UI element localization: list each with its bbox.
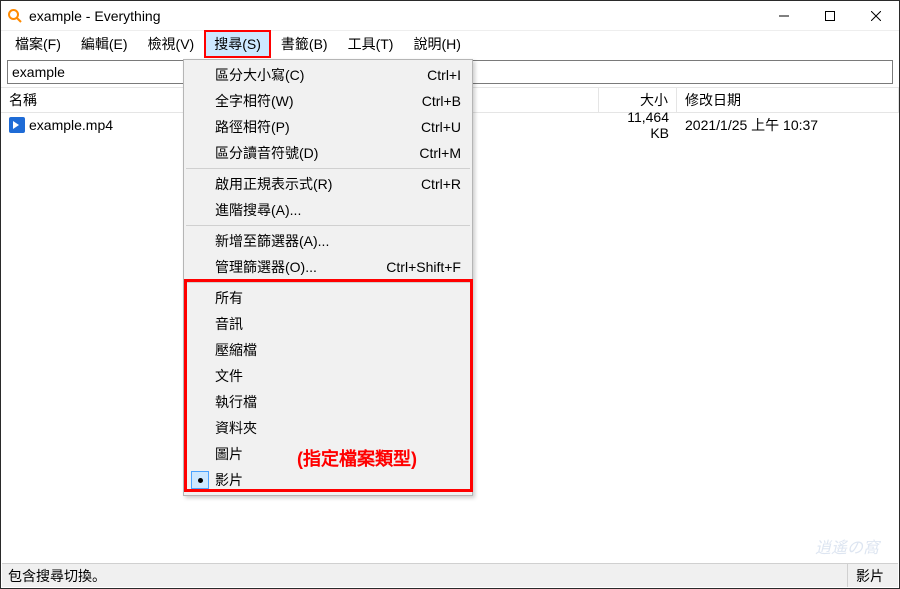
- menu-regex[interactable]: 啟用正規表示式(R) Ctrl+R: [185, 171, 471, 197]
- file-name: example.mp4: [29, 117, 113, 133]
- title-bar: example - Everything: [1, 1, 899, 31]
- menu-help[interactable]: 說明(H): [403, 30, 470, 58]
- menu-add-filter[interactable]: 新增至篩選器(A)...: [185, 228, 471, 254]
- menu-separator: [186, 282, 470, 283]
- menu-separator: [186, 168, 470, 169]
- watermark: 逍遙の窩: [815, 534, 879, 558]
- filter-folder[interactable]: 資料夾: [185, 415, 471, 441]
- filter-executable[interactable]: 執行檔: [185, 389, 471, 415]
- filter-picture[interactable]: 圖片: [185, 441, 471, 467]
- maximize-button[interactable]: [807, 1, 853, 31]
- window-title: example - Everything: [29, 8, 161, 24]
- menu-file[interactable]: 檔案(F): [5, 30, 71, 58]
- menu-tools[interactable]: 工具(T): [338, 30, 404, 58]
- filter-video[interactable]: 影片: [185, 467, 471, 493]
- search-menu-dropdown: 區分大小寫(C) Ctrl+I 全字相符(W) Ctrl+B 路徑相符(P) C…: [183, 59, 473, 496]
- menu-match-case[interactable]: 區分大小寫(C) Ctrl+I: [185, 62, 471, 88]
- menu-match-diacritics[interactable]: 區分讀音符號(D) Ctrl+M: [185, 140, 471, 166]
- filter-document[interactable]: 文件: [185, 363, 471, 389]
- menu-search[interactable]: 搜尋(S): [204, 30, 271, 58]
- menu-advanced-search[interactable]: 進階搜尋(A)...: [185, 197, 471, 223]
- filter-audio[interactable]: 音訊: [185, 311, 471, 337]
- menu-separator: [186, 225, 470, 226]
- radio-checked-icon: [191, 471, 209, 489]
- status-bar: 包含搜尋切換。 影片: [2, 563, 898, 587]
- menu-manage-filters[interactable]: 管理篩選器(O)... Ctrl+Shift+F: [185, 254, 471, 280]
- file-size: 11,464 KB: [599, 109, 677, 141]
- menu-bar: 檔案(F) 編輯(E) 檢視(V) 搜尋(S) 書籤(B) 工具(T) 說明(H…: [1, 31, 899, 57]
- video-file-icon: [9, 117, 25, 133]
- menu-view[interactable]: 檢視(V): [138, 30, 205, 58]
- menu-match-path[interactable]: 路徑相符(P) Ctrl+U: [185, 114, 471, 140]
- minimize-button[interactable]: [761, 1, 807, 31]
- file-date: 2021/1/25 上午 10:37: [677, 115, 899, 135]
- column-date[interactable]: 修改日期: [677, 88, 899, 112]
- app-icon: [7, 8, 23, 24]
- filter-archive[interactable]: 壓縮檔: [185, 337, 471, 363]
- menu-bookmarks[interactable]: 書籤(B): [271, 30, 338, 58]
- filter-all[interactable]: 所有: [185, 285, 471, 311]
- menu-edit[interactable]: 編輯(E): [71, 30, 138, 58]
- menu-whole-word[interactable]: 全字相符(W) Ctrl+B: [185, 88, 471, 114]
- close-button[interactable]: [853, 1, 899, 31]
- status-text: 包含搜尋切換。: [8, 566, 847, 586]
- status-filter: 影片: [847, 564, 892, 587]
